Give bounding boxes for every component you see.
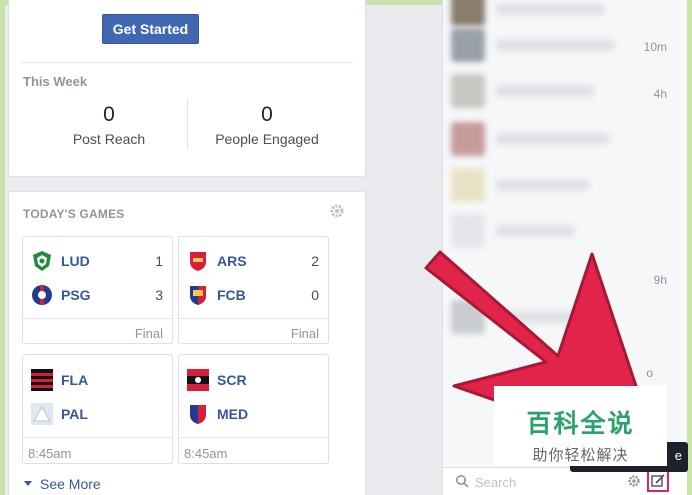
- page-insights-card: Get Started This Week 0 Post Reach 0 Peo…: [8, 0, 366, 177]
- game-tile-ars-fcb[interactable]: ARS 2 FCB 0 Final: [178, 236, 329, 344]
- people-engaged-value: 0: [261, 103, 273, 126]
- chat-contact[interactable]: [451, 0, 641, 26]
- last-active-time: 4h: [653, 87, 667, 101]
- people-engaged-stat[interactable]: 0 People Engaged: [187, 102, 347, 147]
- team-name: ARS: [217, 253, 247, 269]
- team-row-home: FLA: [23, 369, 172, 393]
- team-row-away: FCB 0: [179, 284, 328, 308]
- team-row-away: PAL: [23, 403, 172, 427]
- chat-contact[interactable]: [451, 122, 641, 156]
- basel-logo-icon: [190, 286, 206, 305]
- post-reach-stat[interactable]: 0 Post Reach: [29, 102, 189, 147]
- flamengo-logo-icon: [31, 369, 53, 391]
- team-score: 3: [155, 287, 163, 303]
- watermark-logo: 百科全说 助你轻松解决: [494, 386, 667, 466]
- team-name: PSG: [61, 287, 91, 303]
- see-more-link[interactable]: See More: [24, 476, 101, 492]
- avatar: [451, 28, 485, 62]
- team-name: MED: [217, 406, 249, 422]
- team-score: 1: [155, 253, 163, 269]
- last-active-time: 10m: [643, 40, 667, 54]
- game-time: 8:45am: [28, 446, 72, 461]
- chevron-down-icon: [24, 481, 32, 486]
- team-row-home: ARS 2: [179, 250, 328, 274]
- team-row-home: LUD 1: [23, 250, 172, 274]
- tile-divider: [179, 318, 328, 319]
- team-name: FLA: [61, 372, 89, 388]
- team-row-home: SCR: [179, 369, 328, 393]
- team-row-away: MED: [179, 403, 328, 427]
- tile-divider: [179, 437, 328, 438]
- post-reach-value: 0: [103, 103, 115, 126]
- ludogorets-logo-icon: [33, 251, 51, 271]
- palmeiras-logo-icon: [31, 403, 53, 425]
- chat-contact[interactable]: [451, 28, 641, 62]
- team-name: LUD: [61, 253, 90, 269]
- todays-games-title: TODAY'S GAMES: [23, 207, 125, 221]
- arsenal-logo-icon: [190, 252, 206, 271]
- team-score: 0: [311, 287, 319, 303]
- watermark-subtitle: 助你轻松解决: [532, 447, 629, 464]
- game-time: 8:45am: [184, 446, 228, 461]
- contact-name-blurred: [495, 85, 595, 97]
- people-engaged-label: People Engaged: [215, 131, 319, 147]
- game-status: Final: [134, 326, 163, 341]
- see-more-label: See More: [40, 476, 101, 492]
- card-divider: [21, 62, 353, 63]
- game-tile-fla-pal[interactable]: FLA PAL 8:45am: [22, 354, 173, 464]
- game-tile-lud-psg[interactable]: LUD 1 PSG 3 Final: [22, 236, 173, 344]
- team-row-away: PSG 3: [23, 284, 172, 308]
- tile-divider: [23, 437, 172, 438]
- chat-contact[interactable]: [451, 168, 641, 202]
- avatar: [451, 168, 485, 202]
- avatar: [451, 74, 485, 108]
- contact-name-blurred: [495, 225, 575, 237]
- gear-icon[interactable]: [329, 203, 345, 219]
- team-name: SCR: [217, 372, 247, 388]
- game-tile-scr-med[interactable]: SCR MED 8:45am: [178, 354, 329, 464]
- post-reach-label: Post Reach: [72, 131, 146, 147]
- team-name: FCB: [217, 287, 246, 303]
- tooltip-text: e: [674, 448, 682, 463]
- santa-cruz-logo-icon: [187, 369, 209, 391]
- team-score: 2: [311, 253, 319, 269]
- contact-name-blurred: [495, 3, 605, 15]
- psg-logo-icon: [32, 285, 52, 305]
- avatar: [451, 122, 485, 156]
- contact-name-blurred: [495, 39, 615, 51]
- game-status: Final: [290, 326, 319, 341]
- this-week-label: This Week: [23, 74, 88, 89]
- watermark-title: 百科全说: [526, 410, 635, 438]
- contact-name-blurred: [495, 133, 610, 145]
- avatar: [451, 0, 485, 26]
- contact-name-blurred: [495, 179, 590, 191]
- chat-contact[interactable]: [451, 74, 641, 108]
- team-name: PAL: [61, 406, 88, 422]
- get-started-button[interactable]: Get Started: [102, 14, 199, 44]
- tile-divider: [23, 318, 172, 319]
- todays-games-card: TODAY'S GAMES LUD 1 PSG 3 Final ARS 2 FC…: [8, 191, 366, 495]
- medellin-logo-icon: [190, 405, 206, 424]
